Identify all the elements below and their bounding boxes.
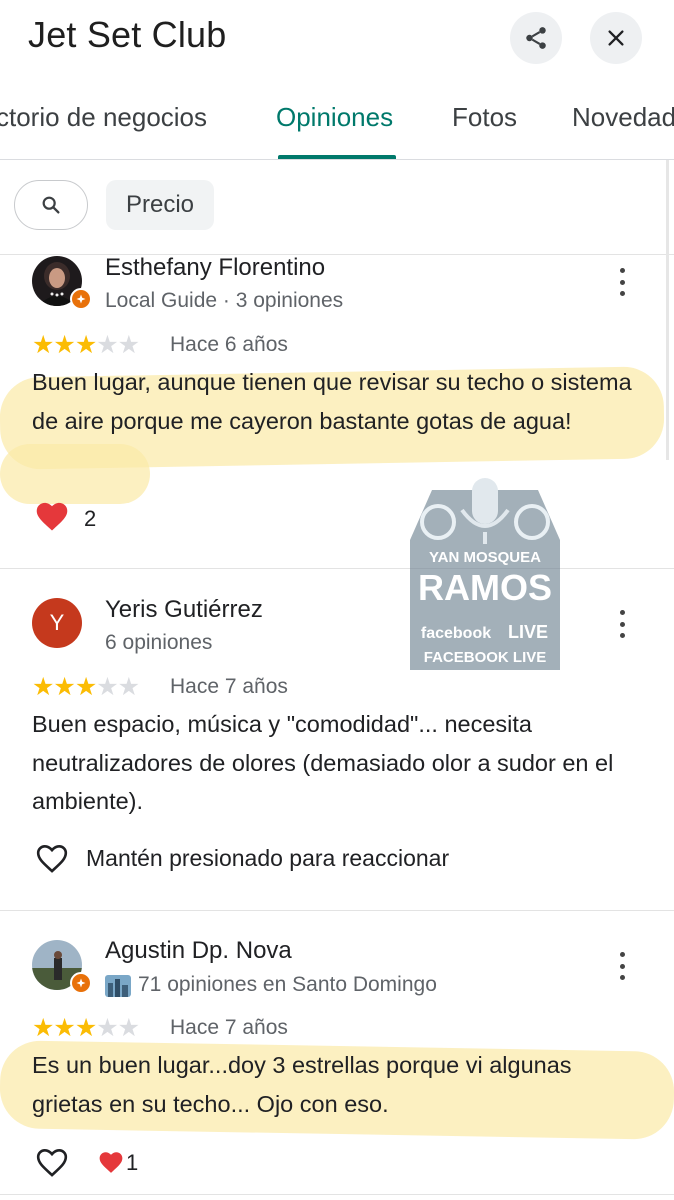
review-text: Buen espacio, música y "comodidad"... ne… bbox=[32, 711, 614, 814]
watermark-text: YAN MOSQUEA bbox=[429, 549, 541, 566]
tab-novedades[interactable]: Novedad bbox=[572, 102, 674, 133]
reviewer-meta: 6 opiniones bbox=[105, 631, 213, 654]
tab-directorio[interactable]: ctorio de negocios bbox=[0, 102, 207, 133]
heart-reaction-icon[interactable] bbox=[98, 1150, 124, 1179]
star-rating: ★★★★★ bbox=[32, 1014, 140, 1042]
watermark-text: FACEBOOK LIVE bbox=[424, 649, 547, 666]
heart-outline-icon[interactable] bbox=[34, 1146, 70, 1183]
reviewer-name[interactable]: Yeris Gutiérrez bbox=[105, 596, 263, 624]
highlight-mark bbox=[0, 444, 150, 504]
more-options-icon[interactable] bbox=[617, 268, 627, 296]
review-divider bbox=[0, 910, 674, 911]
review-divider bbox=[0, 1194, 674, 1195]
review-divider bbox=[0, 568, 674, 569]
review-date: Hace 6 años bbox=[170, 333, 288, 356]
heart-reaction-icon[interactable] bbox=[34, 500, 70, 537]
reaction-count: 1 bbox=[126, 1150, 139, 1175]
reviewer-meta: Local Guide · 3 opiniones bbox=[105, 289, 344, 312]
watermark-text: facebook bbox=[421, 625, 491, 642]
panel-edge bbox=[666, 160, 669, 460]
close-button[interactable] bbox=[590, 12, 642, 64]
more-options-icon[interactable] bbox=[617, 952, 627, 980]
tab-opiniones[interactable]: Opiniones bbox=[276, 102, 393, 133]
more-options-icon[interactable] bbox=[617, 610, 627, 638]
reviewer-name[interactable]: Agustin Dp. Nova bbox=[105, 937, 292, 965]
review-text: Buen lugar, aunque tienen que revisar su… bbox=[32, 369, 632, 434]
share-button[interactable] bbox=[510, 12, 562, 64]
star-rating: ★★★★★ bbox=[32, 331, 140, 359]
review-text: Es un buen lugar...doy 3 estrellas porqu… bbox=[32, 1052, 572, 1117]
avatar[interactable]: Y bbox=[32, 598, 82, 648]
local-guide-badge bbox=[70, 972, 92, 994]
watermark-text: LIVE bbox=[508, 622, 548, 642]
reviewer-name[interactable]: Esthefany Florentino bbox=[105, 254, 325, 282]
city-icon bbox=[105, 975, 131, 1002]
filter-divider bbox=[0, 254, 674, 255]
tab-fotos[interactable]: Fotos bbox=[452, 102, 517, 133]
price-filter-chip[interactable]: Precio bbox=[106, 180, 215, 230]
review-date: Hace 7 años bbox=[170, 1016, 288, 1039]
react-hint: Mantén presionado para reaccionar bbox=[86, 845, 450, 871]
watermark-logo: YAN MOSQUEA RAMOS facebook LIVE FACEBOOK… bbox=[410, 470, 560, 690]
reaction-count: 2 bbox=[84, 506, 97, 531]
reviewer-meta: 71 opiniones en Santo Domingo bbox=[138, 973, 437, 996]
close-icon bbox=[608, 30, 624, 46]
page-title: Jet Set Club bbox=[28, 14, 227, 55]
search-reviews-button[interactable] bbox=[14, 180, 88, 230]
review-date: Hace 7 años bbox=[170, 675, 288, 698]
tab-divider bbox=[0, 159, 674, 160]
watermark-text: RAMOS bbox=[418, 567, 552, 608]
heart-outline-icon[interactable] bbox=[34, 842, 70, 879]
search-icon bbox=[42, 196, 60, 214]
avatar-letter: Y bbox=[49, 610, 65, 635]
local-guide-badge bbox=[70, 288, 92, 310]
star-rating: ★★★★★ bbox=[32, 673, 140, 701]
share-icon bbox=[526, 27, 546, 49]
